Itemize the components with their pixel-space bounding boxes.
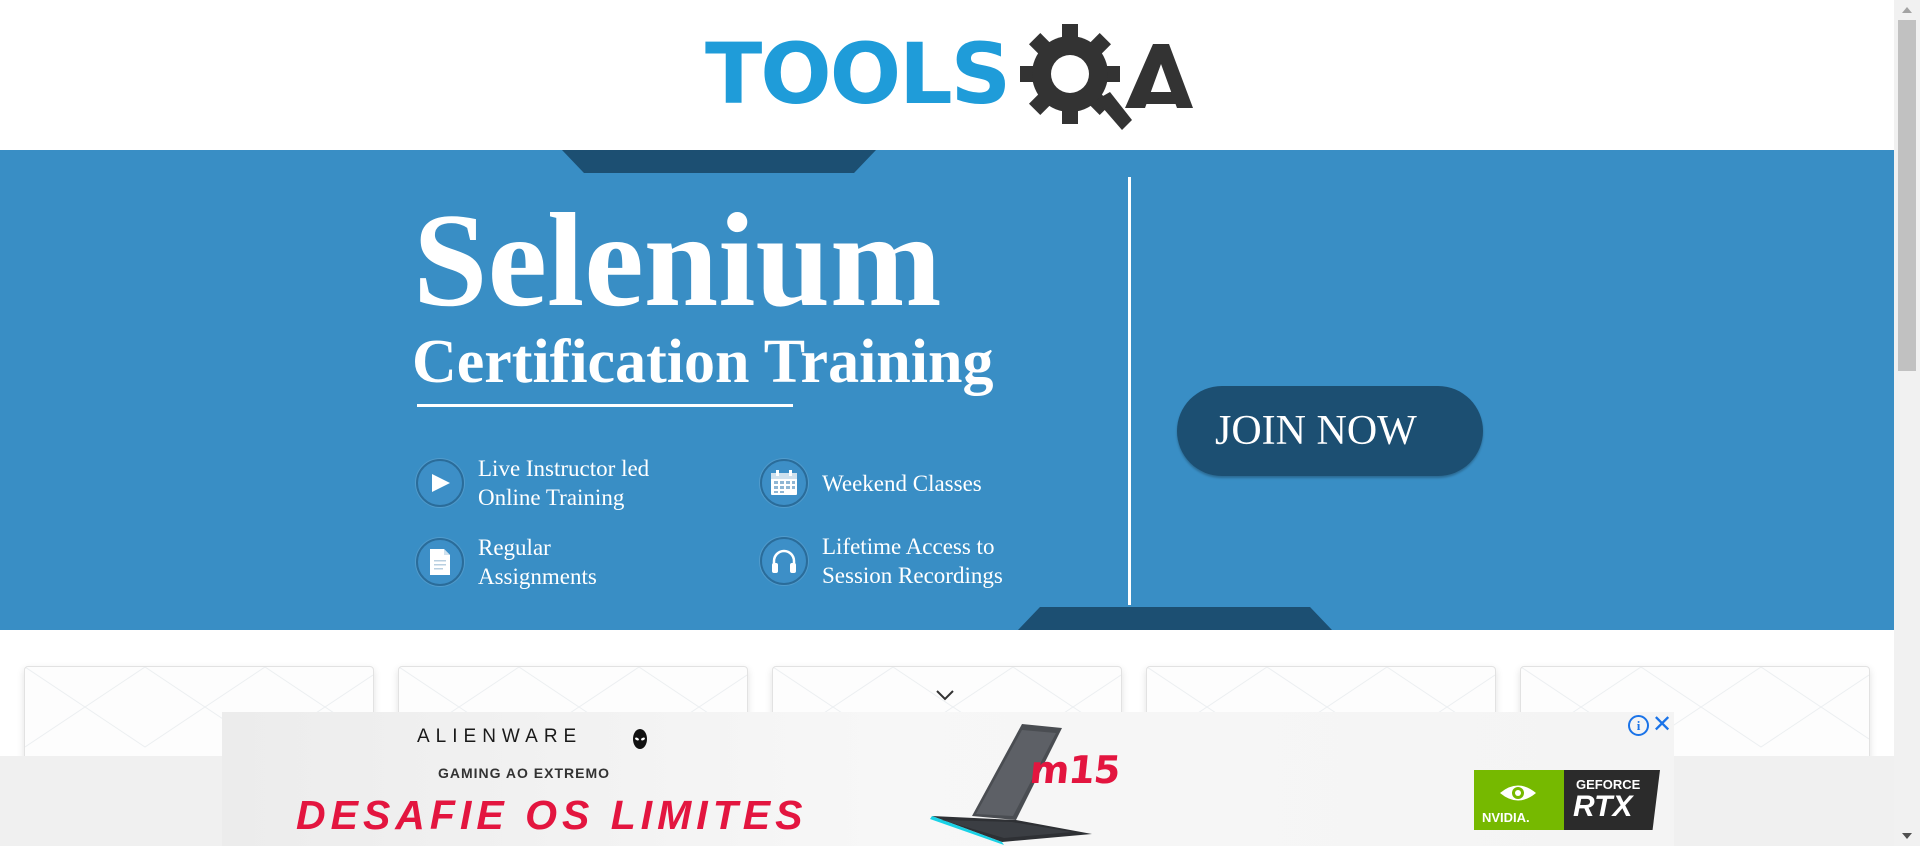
feature-weekend-classes: Weekend Classes: [760, 459, 982, 507]
ad-close-icon[interactable]: ✕: [1652, 712, 1672, 736]
chevron-down-icon[interactable]: [935, 689, 955, 701]
nvidia-geforce-badge: NVIDIA. GEFORCE RTX: [1474, 770, 1660, 830]
logo-letter-a-icon: [1125, 44, 1193, 108]
banner-divider: [1128, 177, 1131, 605]
feature-label: Weekend Classes: [822, 470, 982, 496]
ad-brand: ALIENWARE: [417, 726, 583, 747]
scrollbar-thumb[interactable]: [1898, 20, 1916, 371]
ad-info-icon[interactable]: i: [1628, 715, 1649, 736]
feature-label: Live Instructor led Online Training: [478, 456, 650, 510]
site-header: TOOLS: [0, 0, 1894, 150]
ad-model: m15: [1027, 748, 1122, 792]
headphones-icon: [760, 537, 808, 585]
vertical-scrollbar[interactable]: [1894, 0, 1920, 846]
nvidia-logo: NVIDIA.: [1474, 770, 1564, 830]
rtx-label: RTX: [1573, 790, 1633, 823]
banner-title: Selenium: [413, 186, 942, 334]
nvidia-label: NVIDIA.: [1482, 810, 1530, 825]
document-icon: [416, 538, 464, 586]
ad-tagline: GAMING AO EXTREMO: [438, 765, 611, 781]
scroll-up-arrow-icon[interactable]: [1894, 0, 1920, 20]
play-icon: [416, 459, 464, 507]
feature-label: Lifetime Access to Session Recordings: [822, 534, 1003, 588]
nvidia-eye-icon: [1500, 785, 1536, 801]
alien-head-icon: [633, 729, 647, 749]
scroll-down-arrow-icon[interactable]: [1894, 826, 1920, 846]
banner-subtitle: Certification Training: [412, 328, 994, 396]
page: TOOLS Selenium Certification Training Li…: [0, 0, 1894, 846]
feature-live-training: Live Instructor led Online Training: [416, 454, 649, 512]
selenium-training-banner[interactable]: Selenium Certification Training Live Ins…: [0, 150, 1894, 630]
banner-decor-bottom: [1018, 607, 1332, 630]
banner-decor-top: [562, 150, 876, 173]
feature-label: Regular Assignments: [478, 535, 597, 589]
toolsqa-logo[interactable]: TOOLS: [705, 22, 1195, 134]
calendar-icon: [760, 459, 808, 507]
join-now-button[interactable]: JOIN NOW: [1177, 386, 1483, 476]
ad-slogan: DESAFIE OS LIMITES: [296, 792, 808, 838]
banner-underline: [417, 404, 793, 407]
feature-lifetime-access: Lifetime Access to Session Recordings: [760, 532, 1003, 590]
advertisement-banner[interactable]: ALIENWARE GAMING AO EXTREMO DESAFIE OS L…: [222, 712, 1674, 846]
logo-text: TOOLS: [705, 25, 1011, 123]
feature-assignments: Regular Assignments: [416, 533, 597, 591]
